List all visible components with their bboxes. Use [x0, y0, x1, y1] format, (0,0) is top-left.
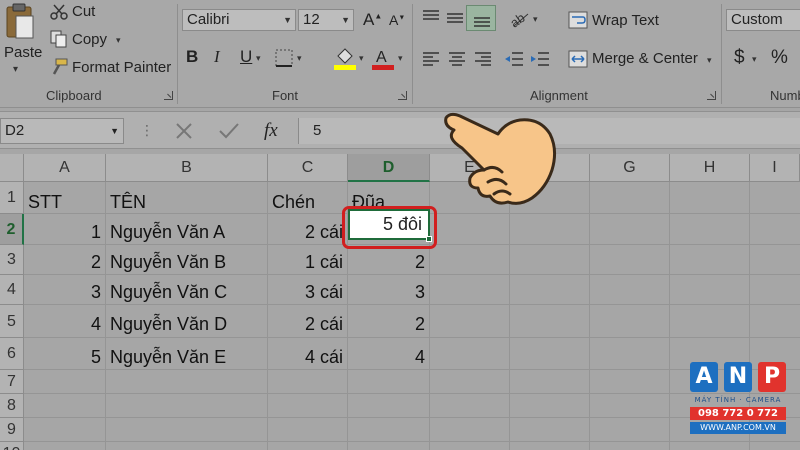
column-header-c[interactable]: C	[268, 154, 348, 182]
chevron-down-icon[interactable]: ▼	[110, 119, 119, 143]
align-bottom-button[interactable]	[466, 5, 496, 31]
increase-font-size-icon[interactable]: A▲	[363, 10, 382, 30]
underline-dropdown-icon[interactable]: ▾	[256, 53, 261, 64]
column-header-d[interactable]: D	[348, 154, 430, 182]
group-divider	[412, 4, 413, 104]
scissors-icon	[50, 4, 68, 20]
enter-icon[interactable]	[218, 122, 240, 140]
logo-phone: 098 772 0 772	[690, 407, 786, 420]
number-format-combo[interactable]: Custom	[726, 9, 800, 31]
align-left-icon[interactable]	[422, 50, 440, 68]
group-divider	[721, 4, 722, 104]
orientation-dropdown-icon[interactable]: ▾	[533, 14, 538, 25]
merge-center-icon	[568, 50, 588, 68]
logo-letter-p: P	[758, 362, 786, 392]
name-box-value: D2	[5, 122, 25, 139]
column-header-h[interactable]: H	[670, 154, 750, 182]
row-header-4[interactable]: 4	[0, 275, 24, 305]
row-header-7[interactable]: 7	[0, 370, 24, 394]
font-group-label: Font	[272, 88, 299, 103]
group-divider	[177, 4, 178, 104]
format-painter-button[interactable]: Format Painter	[72, 59, 171, 76]
font-name-value: Calibri	[187, 11, 230, 28]
underline-icon[interactable]: U	[240, 47, 252, 67]
paste-button[interactable]: Paste	[4, 44, 42, 61]
font-size-combo[interactable]: 12 ▼	[298, 9, 354, 31]
cancel-icon[interactable]	[174, 122, 194, 140]
logo-letter-n: N	[724, 362, 752, 392]
row-header-10[interactable]: 10	[0, 442, 24, 450]
logo-tagline: MÁY TÍNH · CAMERA	[694, 396, 782, 404]
align-bottom-icon	[474, 17, 490, 27]
column-header-g[interactable]: G	[590, 154, 670, 182]
cut-button[interactable]: Cut	[72, 3, 95, 20]
wrap-text-icon	[568, 11, 588, 29]
align-right-icon[interactable]	[474, 50, 492, 68]
chevron-down-icon[interactable]: ▼	[341, 10, 350, 30]
font-launcher-icon[interactable]	[398, 91, 407, 100]
format-painter-icon	[52, 58, 68, 75]
alignment-group-label: Alignment	[530, 88, 588, 103]
row-header-1[interactable]: 1	[0, 182, 24, 214]
merge-center-dropdown-icon[interactable]: ▾	[707, 55, 712, 66]
highlight-ring	[342, 206, 437, 249]
merge-center-button[interactable]: Merge & Center	[592, 50, 698, 67]
row-header-5[interactable]: 5	[0, 305, 24, 338]
percent-format-icon[interactable]: %	[771, 47, 788, 69]
number-format-value: Custom	[731, 11, 783, 28]
row-header-6[interactable]: 6	[0, 338, 24, 370]
select-all-corner[interactable]	[0, 154, 24, 182]
insert-function-icon[interactable]: fx	[264, 120, 278, 142]
worksheet-grid: A B C D E F G H I 1 2 3 4 5 6 7 8 9 10 S…	[0, 154, 800, 450]
column-header-a[interactable]: A	[24, 154, 106, 182]
wrap-text-button[interactable]: Wrap Text	[592, 12, 659, 29]
orientation-icon[interactable]: ab	[508, 8, 530, 28]
clipboard-group-label: Clipboard	[46, 88, 102, 103]
copy-dropdown-icon[interactable]: ▾	[116, 35, 121, 46]
copy-button[interactable]: Copy	[72, 31, 107, 48]
fill-color-dropdown-icon[interactable]: ▾	[359, 53, 364, 64]
pointing-hand-icon	[444, 112, 557, 205]
decrease-indent-icon[interactable]	[504, 50, 524, 68]
logo-letter-a: A	[690, 362, 718, 392]
row-header-3[interactable]: 3	[0, 245, 24, 275]
number-group-label: Numb	[770, 88, 800, 103]
font-name-combo[interactable]: Calibri ▼	[182, 9, 296, 31]
formula-bar: D2 ▼ ⋮ fx 5	[0, 111, 800, 149]
borders-icon[interactable]	[274, 48, 294, 68]
svg-text:ab: ab	[508, 10, 528, 28]
row-header-2[interactable]: 2	[0, 214, 24, 245]
clipboard-launcher-icon[interactable]	[164, 91, 173, 100]
align-middle-icon[interactable]	[446, 8, 464, 26]
row-header-8[interactable]: 8	[0, 394, 24, 418]
paste-dropdown-icon[interactable]: ▾	[13, 64, 18, 75]
column-header-i[interactable]: I	[750, 154, 800, 182]
align-top-icon[interactable]	[422, 8, 440, 26]
row-header-9[interactable]: 9	[0, 418, 24, 442]
currency-format-icon[interactable]: $	[734, 47, 745, 69]
anp-logo: A N P MÁY TÍNH · CAMERA 098 772 0 772 WW…	[686, 358, 792, 436]
ribbon: Paste ▾ Cut Copy ▾ Format Painter Clipbo…	[0, 0, 800, 108]
font-color-dropdown-icon[interactable]: ▾	[398, 53, 403, 64]
name-box[interactable]: D2 ▼	[0, 118, 124, 144]
increase-indent-icon[interactable]	[530, 50, 550, 68]
chevron-down-icon[interactable]: ▼	[283, 10, 292, 30]
bold-icon[interactable]: B	[186, 47, 198, 67]
fill-color-icon[interactable]	[334, 46, 356, 70]
borders-dropdown-icon[interactable]: ▾	[297, 53, 302, 64]
paste-icon[interactable]	[4, 2, 36, 42]
italic-icon[interactable]: I	[214, 47, 220, 67]
alignment-launcher-icon[interactable]	[707, 91, 716, 100]
copy-icon	[50, 30, 67, 48]
font-color-icon[interactable]: A	[372, 46, 394, 70]
decrease-font-size-icon[interactable]: A▼	[389, 12, 405, 28]
logo-website: WWW.ANP.COM.VN	[690, 422, 786, 434]
font-size-value: 12	[303, 11, 320, 28]
column-header-b[interactable]: B	[106, 154, 268, 182]
align-center-icon[interactable]	[448, 50, 466, 68]
currency-dropdown-icon[interactable]: ▾	[752, 54, 757, 65]
svg-text:A: A	[376, 49, 387, 66]
more-icon[interactable]: ⋮	[140, 122, 154, 139]
